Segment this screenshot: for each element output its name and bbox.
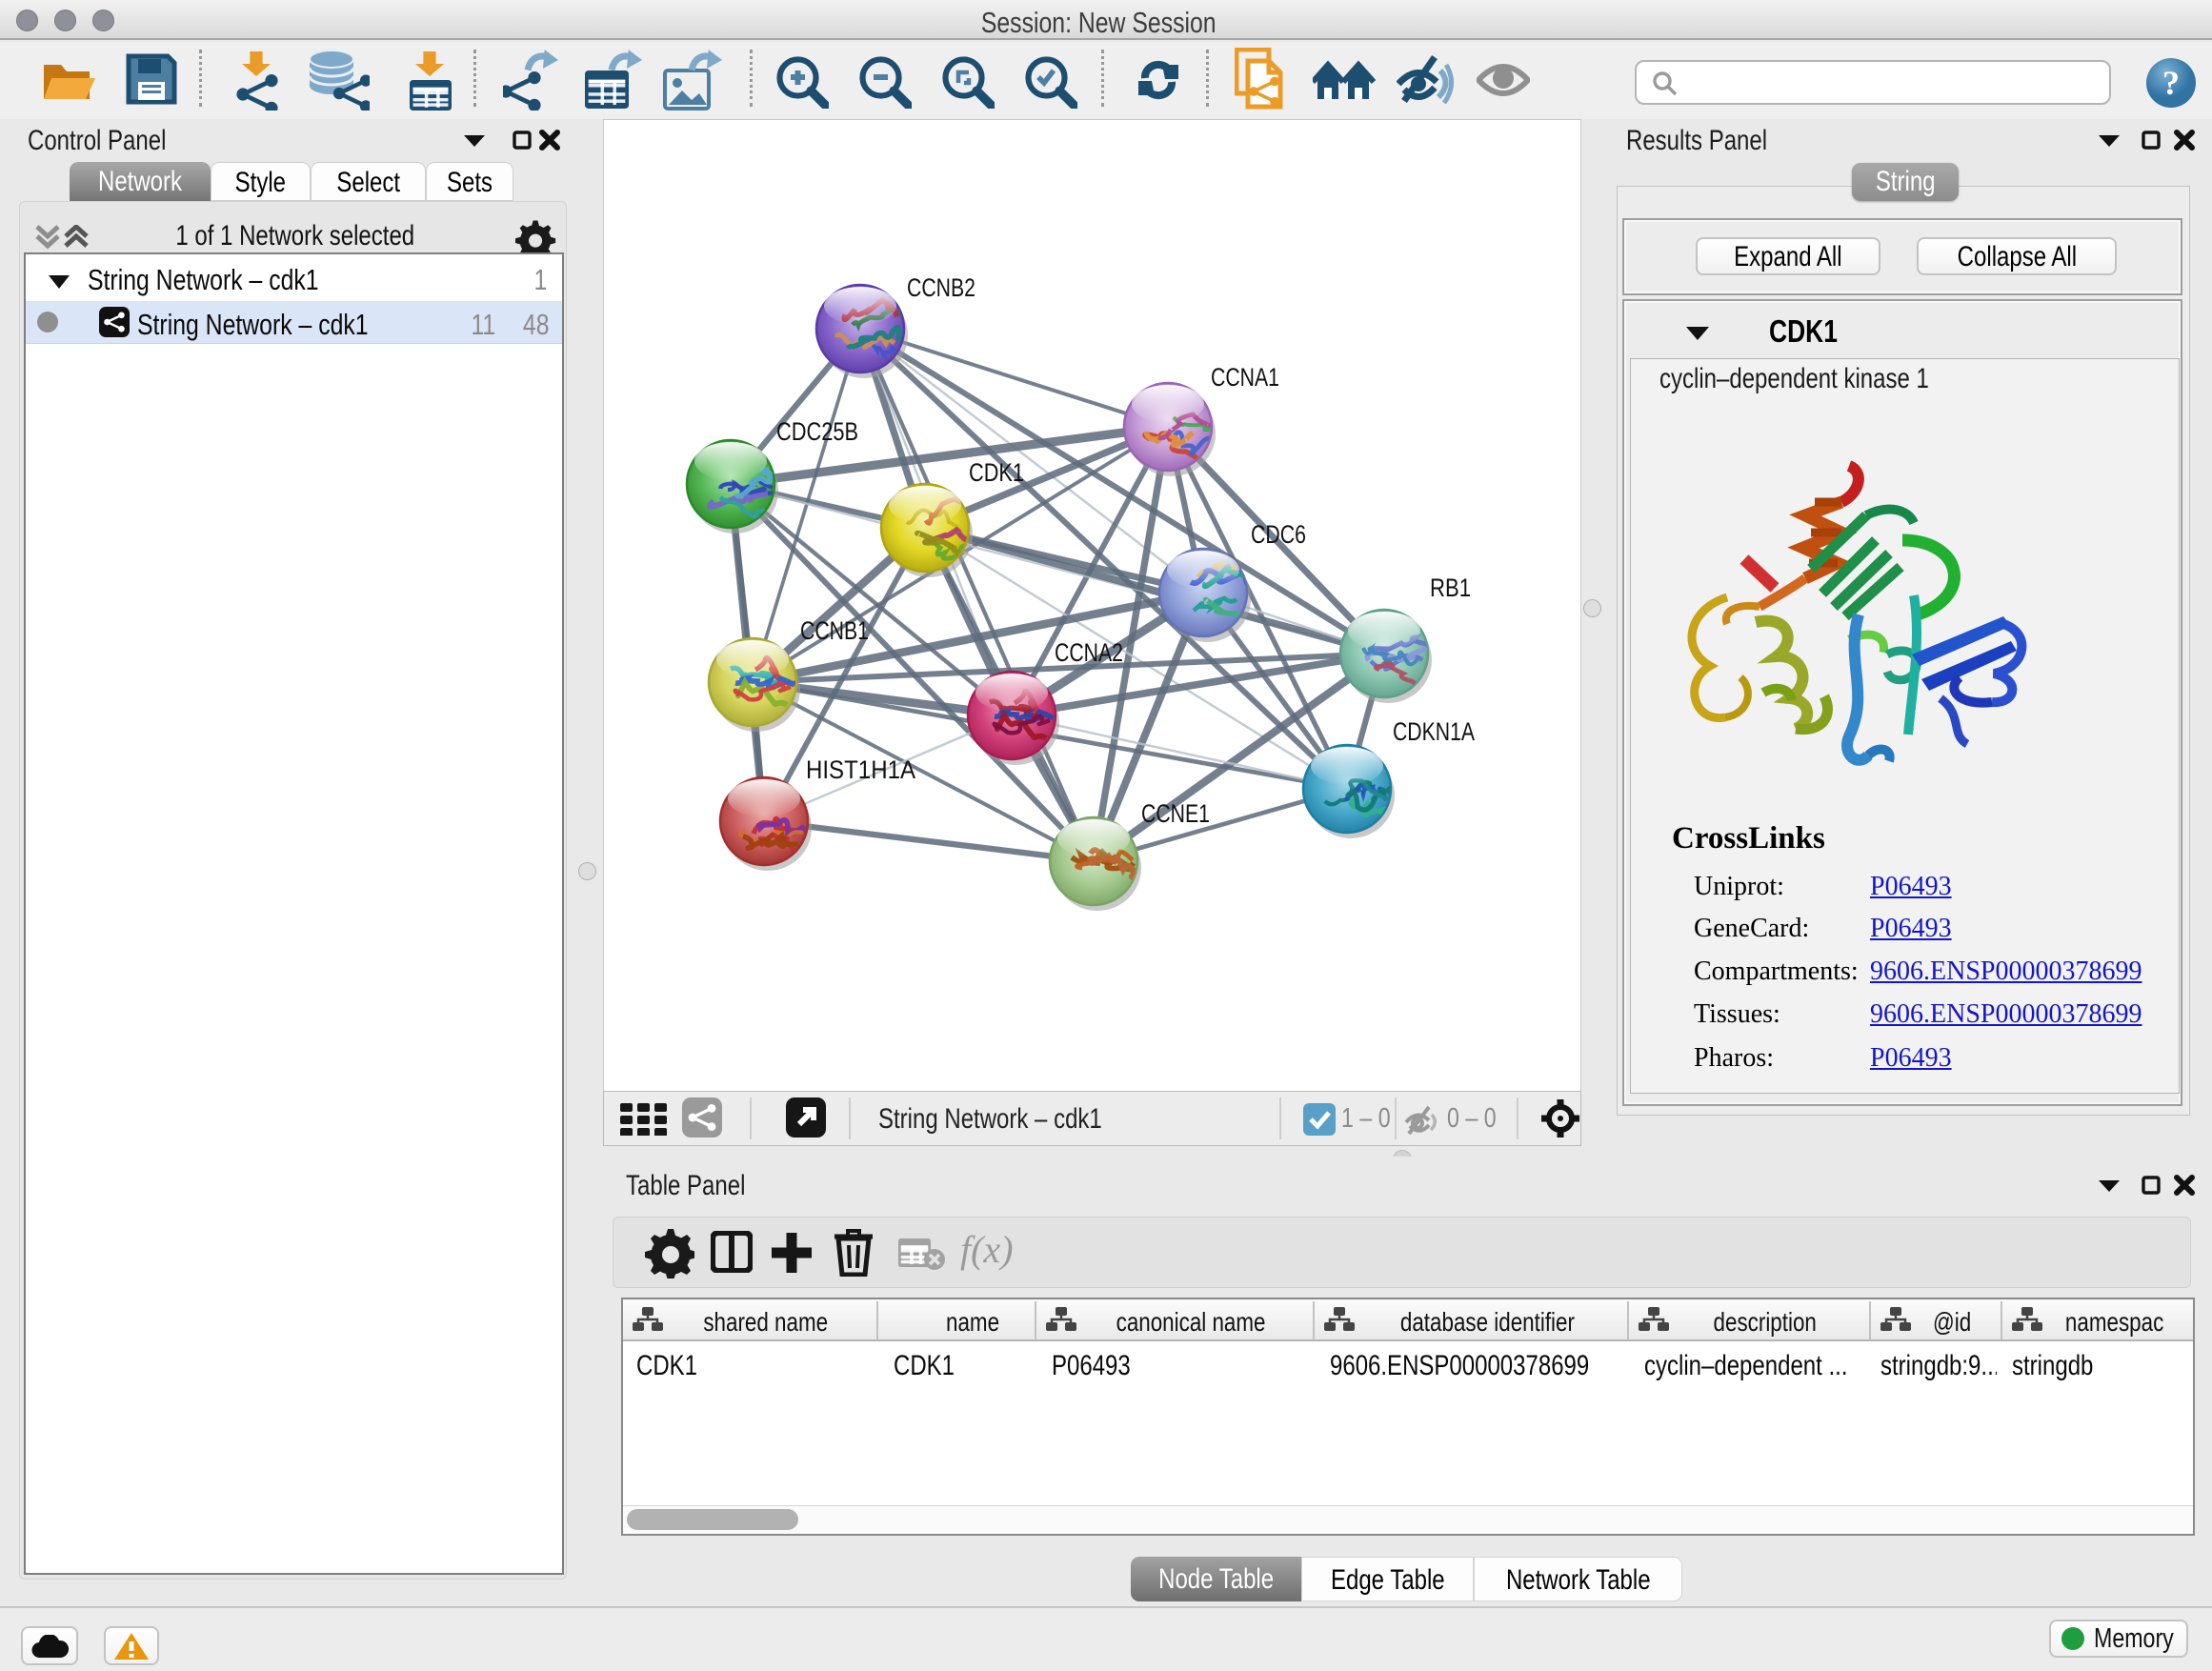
svg-text:CCNA2: CCNA2 (1055, 638, 1123, 667)
svg-text:CCNB1: CCNB1 (800, 616, 869, 645)
svg-text:CDK1: CDK1 (969, 458, 1024, 487)
svg-text:CCNA1: CCNA1 (1211, 363, 1279, 392)
svg-text:CDKN1A: CDKN1A (1393, 717, 1475, 746)
svg-text:CDC6: CDC6 (1251, 520, 1306, 549)
svg-text:HIST1H1A: HIST1H1A (806, 755, 915, 784)
svg-text:CCNE1: CCNE1 (1141, 799, 1210, 828)
svg-text:?: ? (2162, 64, 2180, 102)
svg-text:CDC25B: CDC25B (776, 417, 858, 446)
svg-text:CCNB2: CCNB2 (907, 273, 975, 302)
svg-text:RB1: RB1 (1430, 574, 1471, 602)
